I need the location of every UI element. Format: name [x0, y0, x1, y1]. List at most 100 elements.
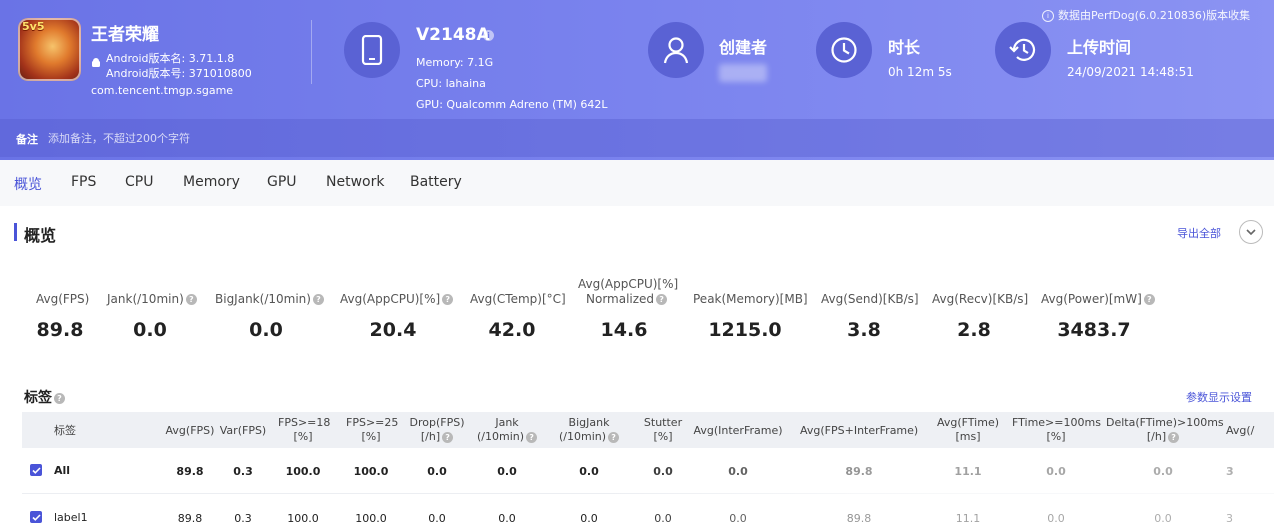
- table-header-cell[interactable]: Avg(InterFrame): [693, 424, 783, 438]
- table-header-cell[interactable]: Jank (/10min)?: [474, 416, 540, 444]
- android-icon: [91, 58, 101, 68]
- export-all-link[interactable]: 导出全部: [1177, 225, 1221, 241]
- user-icon: [648, 22, 704, 78]
- stat-value-power: 3483.7: [1057, 319, 1131, 341]
- table-cell: 0.0: [579, 465, 599, 478]
- chevron-down-icon: [1246, 229, 1256, 235]
- stat-value-avg-fps: 89.8: [36, 319, 84, 341]
- tab-memory[interactable]: Memory: [183, 174, 240, 190]
- help-icon[interactable]: ?: [185, 294, 197, 305]
- table-header-cell[interactable]: Delta(FTime)>100ms [/h]?: [1106, 416, 1224, 444]
- header-line-2: [%]: [278, 430, 328, 444]
- collapse-button[interactable]: [1239, 220, 1263, 244]
- table-cell: 0.0: [1153, 465, 1173, 478]
- header-unit: [/h]: [420, 430, 441, 443]
- table-cell: 11.1: [954, 465, 982, 478]
- check-icon: [31, 513, 41, 521]
- stat-value-jank: 0.0: [133, 319, 167, 341]
- table-header-cell[interactable]: Avg(FPS+InterFrame): [800, 424, 918, 438]
- source-info-icon: i: [1042, 10, 1054, 22]
- header-line-2: [%]: [1012, 430, 1100, 444]
- header-line-2: [/h]?: [1106, 430, 1220, 444]
- table-cell: 89.8: [176, 465, 204, 478]
- row-tag-name: All: [54, 464, 71, 477]
- header-line-1: Avg(/: [1226, 424, 1255, 437]
- stat-label-bigjank: BigJank(/10min)?: [215, 292, 324, 306]
- header-line-1: Stutter: [643, 416, 683, 429]
- table-header-cell[interactable]: BigJank (/10min)?: [554, 416, 624, 444]
- stat-value-send: 3.8: [847, 319, 881, 341]
- table-cell: 100.0: [285, 465, 321, 478]
- header-unit: [ms]: [955, 430, 981, 443]
- app-icon-badge: 5v5: [22, 20, 45, 33]
- device-info-icon[interactable]: i: [483, 30, 494, 41]
- stat-label-appcpu: Avg(AppCPU)[%]?: [340, 292, 454, 306]
- stat-label-send: Avg(Send)[KB/s]: [821, 292, 919, 306]
- help-icon[interactable]: ?: [442, 431, 454, 443]
- header-line-1: Avg(FPS+InterFrame): [800, 424, 919, 437]
- header-line-1: Avg(InterFrame): [693, 424, 783, 437]
- stat-value-peak-memory: 1215.0: [708, 319, 782, 341]
- help-icon[interactable]: ?: [1143, 294, 1155, 305]
- table-header-cell[interactable]: FPS>=18 [%]: [278, 416, 331, 444]
- table-header-cell[interactable]: Avg(/: [1226, 424, 1272, 438]
- header-line-2: [%]: [346, 430, 396, 444]
- stat-value-ctemp: 42.0: [488, 319, 536, 341]
- help-icon[interactable]: ?: [1168, 431, 1180, 443]
- table-cell: 11.1: [955, 512, 981, 525]
- device-gpu: GPU: Qualcomm Adreno (TM) 642L: [416, 98, 608, 111]
- section-accent-bar: [14, 223, 17, 241]
- header-line-1: FPS>=18: [278, 416, 331, 429]
- table-header-cell[interactable]: FPS>=25 [%]: [346, 416, 399, 444]
- tab-fps[interactable]: FPS: [71, 174, 96, 190]
- table-cell: 0.0: [1047, 512, 1065, 525]
- help-icon[interactable]: ?: [526, 431, 538, 443]
- upload-time-value: 24/09/2021 14:48:51: [1067, 65, 1194, 79]
- tab-battery[interactable]: Battery: [410, 174, 462, 190]
- table-cell: 100.0: [355, 512, 387, 525]
- header-line-1: FPS>=25: [346, 416, 399, 429]
- table-header-cell[interactable]: Avg(FTime) [ms]: [937, 416, 999, 444]
- note-input[interactable]: [48, 129, 448, 147]
- header-line-1: FTime>=100ms: [1012, 416, 1101, 429]
- note-label: 备注: [16, 133, 38, 146]
- stat-label-peak-memory: Peak(Memory)[MB]: [693, 292, 808, 306]
- tab-cpu[interactable]: CPU: [125, 174, 153, 190]
- table-cell: 0.0: [498, 512, 516, 525]
- history-icon: [995, 22, 1051, 78]
- tab-overview[interactable]: 概览: [14, 174, 42, 194]
- table-header-cell[interactable]: Drop(FPS) [/h]?: [409, 416, 465, 444]
- row-checkbox[interactable]: [30, 511, 42, 523]
- row-tag-name: label1: [54, 511, 88, 524]
- table-header-cell[interactable]: Var(FPS): [219, 424, 267, 438]
- device-model: V2148A: [416, 25, 490, 45]
- table-cell: 89.8: [845, 465, 873, 478]
- tab-network[interactable]: Network: [326, 174, 384, 190]
- table-header-cell[interactable]: Stutter [%]: [643, 416, 683, 444]
- header-line-2: [%]: [643, 430, 683, 444]
- tab-gpu[interactable]: GPU: [267, 174, 297, 190]
- help-icon[interactable]: ?: [312, 294, 324, 305]
- table-header-cell[interactable]: FTime>=100ms [%]: [1012, 416, 1101, 444]
- app-name: 王者荣耀: [91, 25, 159, 45]
- table-cell: 100.0: [287, 512, 319, 525]
- table-header-cell[interactable]: 标签: [54, 424, 84, 438]
- tags-title: 标签?: [24, 387, 65, 407]
- help-icon[interactable]: ?: [54, 392, 65, 404]
- header-line-1: Jank: [495, 416, 519, 429]
- table-cell: 3: [1226, 465, 1234, 478]
- help-icon[interactable]: ?: [656, 294, 668, 305]
- table-header-cell[interactable]: Avg(FPS): [165, 424, 215, 438]
- header-divider: [311, 20, 312, 84]
- upload-time-label: 上传时间: [1067, 38, 1132, 57]
- param-display-settings-link[interactable]: 参数显示设置: [1186, 389, 1252, 405]
- help-icon[interactable]: ?: [442, 294, 454, 305]
- header-line-1: Var(FPS): [219, 424, 267, 437]
- table-cell: 0.0: [427, 465, 447, 478]
- help-icon[interactable]: ?: [608, 431, 620, 443]
- table-cell: 0.0: [428, 512, 446, 525]
- table-cell: 3: [1226, 512, 1233, 525]
- row-checkbox[interactable]: [30, 464, 42, 476]
- table-cell: 0.0: [728, 465, 748, 478]
- duration-label: 时长: [888, 38, 921, 57]
